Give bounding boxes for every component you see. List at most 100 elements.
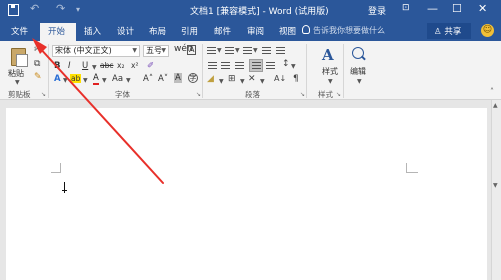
- asian-layout-icon[interactable]: ✕: [248, 74, 256, 84]
- tab-mailings[interactable]: 邮件: [214, 25, 231, 37]
- vertical-scrollbar[interactable]: ▲ ▼: [491, 100, 501, 280]
- grow-font-button[interactable]: A˄: [143, 74, 153, 84]
- superscript-button[interactable]: x²: [131, 61, 138, 70]
- divider: [306, 44, 307, 98]
- styles-button-label[interactable]: 样式: [322, 66, 338, 77]
- document-area: [0, 100, 491, 280]
- font-name-select[interactable]: 宋体 (中文正文) ▼: [52, 45, 140, 57]
- tab-home[interactable]: 开始: [40, 23, 76, 41]
- paste-dropdown-icon[interactable]: ▼: [15, 79, 20, 86]
- maximize-icon[interactable]: ☐: [452, 2, 462, 15]
- tell-me-search[interactable]: 告诉我你想要做什么: [313, 25, 385, 36]
- paste-button-label[interactable]: 粘贴: [8, 68, 24, 79]
- clipboard-group-label: 剪贴板: [8, 90, 31, 99]
- borders-icon[interactable]: ⊞: [228, 74, 236, 84]
- scroll-down-icon[interactable]: ▼: [493, 182, 498, 189]
- underline-button[interactable]: U: [82, 61, 88, 71]
- align-right-icon[interactable]: [235, 62, 244, 70]
- bullets-dropdown-icon[interactable]: ▼: [217, 47, 222, 54]
- minimize-icon[interactable]: —: [427, 2, 438, 15]
- font-launcher-icon[interactable]: ↘: [196, 91, 201, 98]
- copy-icon[interactable]: ⧉: [34, 59, 40, 69]
- change-case-dropdown-icon[interactable]: ▼: [126, 77, 131, 84]
- enclose-characters-icon[interactable]: 字: [188, 73, 198, 83]
- multilevel-list-icon[interactable]: [243, 47, 252, 55]
- search-icon[interactable]: [352, 47, 364, 59]
- line-spacing-icon[interactable]: ↕: [282, 59, 290, 69]
- character-shading-icon[interactable]: A: [174, 73, 182, 83]
- text-effects-dropdown-icon[interactable]: ▼: [63, 77, 68, 84]
- distributed-icon[interactable]: [266, 62, 275, 70]
- subscript-button[interactable]: x₂: [117, 61, 124, 70]
- undo-icon[interactable]: ↶: [30, 2, 39, 15]
- tab-design[interactable]: 设计: [117, 25, 134, 37]
- strikethrough-button[interactable]: abc: [100, 61, 113, 70]
- tab-references[interactable]: 引用: [181, 25, 198, 37]
- customize-toolbar-icon[interactable]: ▾: [76, 5, 80, 14]
- increase-indent-icon[interactable]: [276, 47, 285, 55]
- shading-dropdown-icon[interactable]: ▼: [219, 78, 224, 85]
- borders-dropdown-icon[interactable]: ▼: [240, 78, 245, 85]
- close-icon[interactable]: ✕: [478, 2, 487, 15]
- tab-layout[interactable]: 布局: [149, 25, 166, 37]
- styles-group-label: 样式: [318, 90, 333, 99]
- clear-formatting-icon[interactable]: ✐: [147, 61, 154, 71]
- title-bar: ↶ ↷ ▾ 文档1 [兼容模式] - Word (试用版) 登录 ⊡ — ☐ ✕: [0, 0, 501, 21]
- align-center-icon[interactable]: [221, 62, 230, 70]
- multilevel-dropdown-icon[interactable]: ▼: [253, 47, 258, 54]
- feedback-smiley-icon[interactable]: ☺: [481, 24, 494, 37]
- font-color-button[interactable]: A: [93, 74, 99, 85]
- editing-dropdown-icon[interactable]: ▼: [357, 78, 362, 85]
- italic-button[interactable]: I: [68, 61, 71, 71]
- login-button[interactable]: 登录: [368, 4, 386, 17]
- bullets-icon[interactable]: [207, 47, 216, 55]
- paragraph-group-label: 段落: [245, 90, 260, 99]
- asian-layout-dropdown-icon[interactable]: ▼: [260, 78, 265, 85]
- numbering-icon[interactable]: [225, 47, 234, 55]
- highlight-button[interactable]: ab: [70, 74, 82, 83]
- show-marks-icon[interactable]: ¶: [293, 74, 299, 84]
- clipboard-launcher-icon[interactable]: ↘: [41, 91, 46, 98]
- line-spacing-dropdown-icon[interactable]: ▼: [291, 63, 296, 70]
- redo-icon[interactable]: ↷: [56, 2, 65, 15]
- cut-icon[interactable]: ✂: [34, 45, 42, 55]
- tab-review[interactable]: 审阅: [247, 25, 264, 37]
- document-page[interactable]: [6, 108, 487, 280]
- justify-icon[interactable]: [252, 62, 261, 70]
- shading-icon[interactable]: ◢: [207, 74, 214, 84]
- chevron-down-icon: ▼: [161, 47, 166, 54]
- font-color-dropdown-icon[interactable]: ▼: [102, 77, 107, 84]
- ribbon-display-icon[interactable]: ⊡: [402, 3, 410, 13]
- styles-dropdown-icon[interactable]: ▼: [328, 78, 333, 85]
- scroll-up-icon[interactable]: ▲: [493, 102, 498, 109]
- numbering-dropdown-icon[interactable]: ▼: [235, 47, 240, 54]
- decrease-indent-icon[interactable]: [262, 47, 271, 55]
- styles-gallery-icon[interactable]: A: [322, 46, 334, 64]
- format-painter-icon[interactable]: ✎: [34, 72, 42, 82]
- divider: [343, 44, 344, 98]
- text-effects-button[interactable]: A: [54, 74, 61, 84]
- collapse-ribbon-icon[interactable]: ˄: [490, 87, 494, 96]
- share-button[interactable]: ♙ 共享: [427, 23, 471, 39]
- lightbulb-icon: [302, 25, 310, 34]
- tab-file[interactable]: 文件: [0, 21, 36, 41]
- document-title: 文档1 [兼容模式] - Word (试用版): [190, 7, 329, 17]
- bold-button[interactable]: B: [54, 61, 60, 71]
- editing-button-label[interactable]: 编辑: [350, 66, 366, 77]
- change-case-button[interactable]: Aa: [112, 74, 123, 84]
- tab-insert[interactable]: 插入: [84, 25, 101, 37]
- align-left-icon[interactable]: [208, 62, 217, 70]
- text-cursor: [64, 182, 65, 193]
- font-size-select[interactable]: 五号 ▼: [143, 45, 169, 57]
- shrink-font-button[interactable]: A˅: [158, 74, 168, 84]
- highlight-dropdown-icon[interactable]: ▼: [83, 77, 88, 84]
- save-icon[interactable]: [8, 4, 19, 16]
- character-border-icon[interactable]: A: [187, 45, 197, 55]
- ribbon-tab-bar: 文件 开始 插入 设计 布局 引用 邮件 审阅 视图 告诉我你想要做什么 ♙ 共…: [0, 21, 501, 41]
- sort-icon[interactable]: A↓: [274, 74, 286, 83]
- tab-view[interactable]: 视图: [279, 25, 296, 37]
- underline-dropdown-icon[interactable]: ▼: [92, 64, 97, 71]
- paste-icon[interactable]: [11, 48, 28, 67]
- paragraph-launcher-icon[interactable]: ↘: [300, 91, 305, 98]
- styles-launcher-icon[interactable]: ↘: [336, 91, 341, 98]
